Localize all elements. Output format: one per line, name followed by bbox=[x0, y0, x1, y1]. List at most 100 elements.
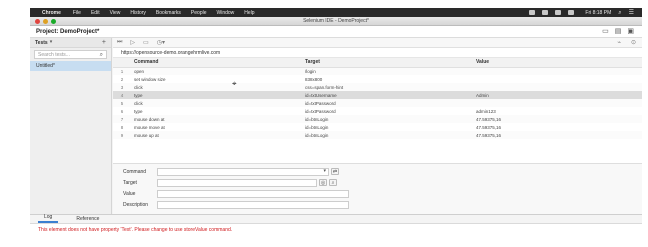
command-editor: Command ▾ ⇄ Target ◎ ⌕ Value Description bbox=[113, 163, 642, 214]
row-number: 7 bbox=[113, 115, 131, 123]
row-value: admin123 bbox=[476, 108, 496, 114]
row-number: 3 bbox=[113, 83, 131, 91]
row-target: id=txtPassword bbox=[305, 108, 336, 114]
row-number: 8 bbox=[120, 124, 124, 130]
table-row[interactable]: 6 type id=txtPassword admin123 bbox=[113, 107, 642, 115]
open-project-icon[interactable]: ▤ bbox=[615, 28, 622, 35]
wifi-icon[interactable] bbox=[529, 10, 536, 15]
menu-history[interactable]: History bbox=[130, 10, 146, 16]
window-titlebar: Selenium IDE - DemoProject* bbox=[30, 17, 642, 26]
project-actions: ▭ ▤ ▣ bbox=[602, 28, 642, 35]
target-input[interactable] bbox=[157, 178, 317, 187]
battery-icon[interactable] bbox=[568, 10, 575, 15]
header-value: Value bbox=[473, 58, 642, 68]
volume-icon[interactable] bbox=[555, 10, 562, 15]
table-row[interactable]: 5 click id=txtPassword bbox=[113, 99, 642, 107]
row-value bbox=[473, 83, 642, 91]
row-number: 6 bbox=[120, 108, 124, 114]
header-command: Command bbox=[131, 58, 302, 68]
pause-icon[interactable]: ▭ bbox=[143, 39, 149, 46]
table-row[interactable]: 3 click css=span.form-hint bbox=[113, 83, 642, 91]
search-tests-input[interactable]: Search tests... ⌕ bbox=[34, 50, 107, 59]
base-url[interactable]: https://opensource-demo.orangehrmlive.co… bbox=[113, 48, 642, 58]
row-target: /login bbox=[302, 67, 473, 75]
row-command: open bbox=[131, 67, 302, 75]
screen: Chrome File Edit View History Bookmarks … bbox=[30, 8, 642, 244]
command-label: Command bbox=[123, 168, 147, 175]
table-row[interactable]: 2 set window size 838x800 bbox=[113, 75, 642, 83]
menu-edit[interactable]: Edit bbox=[91, 10, 100, 16]
row-target: css=span.form-hint bbox=[302, 83, 473, 91]
table-row-selected[interactable]: 4 type id=txtUsername Admin bbox=[113, 91, 642, 99]
run-all-tests-icon[interactable]: ⏭ bbox=[117, 39, 122, 46]
tab-reference[interactable]: Reference bbox=[70, 216, 105, 223]
row-target: id=btnLogin bbox=[302, 115, 473, 123]
row-value: Admin bbox=[473, 91, 642, 99]
new-project-icon[interactable]: ▭ bbox=[602, 28, 609, 35]
row-number: 2 bbox=[120, 76, 124, 82]
command-reference-button[interactable]: ⇄ bbox=[331, 168, 339, 175]
menu-view[interactable]: View bbox=[110, 10, 121, 16]
row-value: 47.59375,16 bbox=[473, 115, 642, 123]
test-item-untitled[interactable]: Untitled* bbox=[30, 61, 111, 71]
row-value bbox=[473, 99, 642, 107]
chevron-down-icon: ▾ bbox=[323, 167, 326, 174]
run-current-test-icon[interactable]: ▷ bbox=[130, 39, 135, 46]
command-select[interactable]: ▾ bbox=[157, 167, 329, 176]
table-header-row: Command Target Value bbox=[113, 58, 642, 68]
menubar-status-area: Fri 8:18 PM ⌕ ☰ bbox=[529, 10, 642, 16]
search-tests-placeholder: Search tests... bbox=[38, 51, 70, 58]
value-label: Value bbox=[123, 190, 136, 197]
select-target-button[interactable]: ◎ bbox=[319, 179, 327, 186]
description-input[interactable] bbox=[157, 200, 349, 209]
table-row[interactable]: 8 mouse move at id=btnLogin 47.59375,16 bbox=[113, 123, 642, 131]
table-row[interactable]: 9 mouse up at id=btnLogin 47.59375,16 bbox=[113, 131, 642, 139]
value-row: Value bbox=[113, 188, 642, 199]
toolbar-right: ⌁ ⊙ bbox=[617, 39, 642, 46]
menubar-clock[interactable]: Fri 8:18 PM bbox=[585, 10, 611, 16]
row-command: type bbox=[134, 108, 143, 114]
project-header: Project: DemoProject* ▭ ▤ ▣ bbox=[30, 26, 642, 38]
table-row[interactable]: 1 open /login bbox=[113, 67, 642, 75]
menu-help[interactable]: Help bbox=[244, 10, 254, 16]
log-error-message: This element does not have property 'Tex… bbox=[38, 227, 233, 233]
table-row[interactable]: 7 mouse down at id=btnLogin 47.59375,16 bbox=[113, 115, 642, 123]
row-command: type bbox=[131, 91, 302, 99]
add-test-icon[interactable]: + bbox=[102, 39, 106, 46]
menubar-app-name[interactable]: Chrome bbox=[42, 10, 61, 16]
menu-file[interactable]: File bbox=[73, 10, 81, 16]
record-icon[interactable]: ⊙ bbox=[631, 39, 636, 46]
tab-log[interactable]: Log bbox=[38, 214, 59, 223]
spotlight-search-icon[interactable]: ⌕ bbox=[618, 10, 621, 16]
tests-dropdown-label[interactable]: Tests bbox=[35, 40, 48, 46]
row-number: 4 bbox=[113, 91, 131, 99]
bluetooth-icon[interactable] bbox=[542, 10, 549, 15]
find-target-button[interactable]: ⌕ bbox=[329, 179, 337, 186]
window-title: Selenium IDE - DemoProject* bbox=[303, 18, 369, 24]
row-command: mouse down at bbox=[131, 115, 302, 123]
menu-bookmarks[interactable]: Bookmarks bbox=[156, 10, 181, 16]
description-label: Description bbox=[123, 201, 149, 208]
menu-window[interactable]: Window bbox=[217, 10, 235, 16]
target-row: Target ◎ ⌕ bbox=[113, 177, 642, 188]
row-value: 47.59375,16 bbox=[476, 124, 502, 130]
save-project-icon[interactable]: ▣ bbox=[627, 28, 634, 35]
speed-timer-icon[interactable]: ◷▾ bbox=[157, 39, 165, 46]
tests-header: Tests ▾ + bbox=[30, 38, 111, 48]
menu-people[interactable]: People bbox=[191, 10, 207, 16]
row-value: 47.59375,16 bbox=[473, 131, 642, 139]
macos-menubar: Chrome File Edit View History Bookmarks … bbox=[30, 8, 642, 17]
notification-center-icon[interactable]: ☰ bbox=[629, 10, 634, 16]
mouse-cursor-icon: ⌖ bbox=[232, 79, 237, 88]
row-number: 1 bbox=[113, 67, 131, 75]
row-number: 9 bbox=[113, 131, 131, 139]
log-panel: Log Reference This element does not have… bbox=[30, 214, 642, 244]
disable-breakpoints-icon[interactable]: ⌁ bbox=[617, 39, 621, 46]
log-tabs: Log Reference bbox=[30, 214, 642, 224]
row-value bbox=[473, 75, 642, 83]
search-icon: ⌕ bbox=[99, 51, 103, 58]
project-name[interactable]: Project: DemoProject* bbox=[36, 29, 99, 35]
value-input[interactable] bbox=[157, 189, 349, 198]
row-command: mouse up at bbox=[131, 131, 302, 139]
chevron-down-icon[interactable]: ▾ bbox=[50, 40, 53, 45]
